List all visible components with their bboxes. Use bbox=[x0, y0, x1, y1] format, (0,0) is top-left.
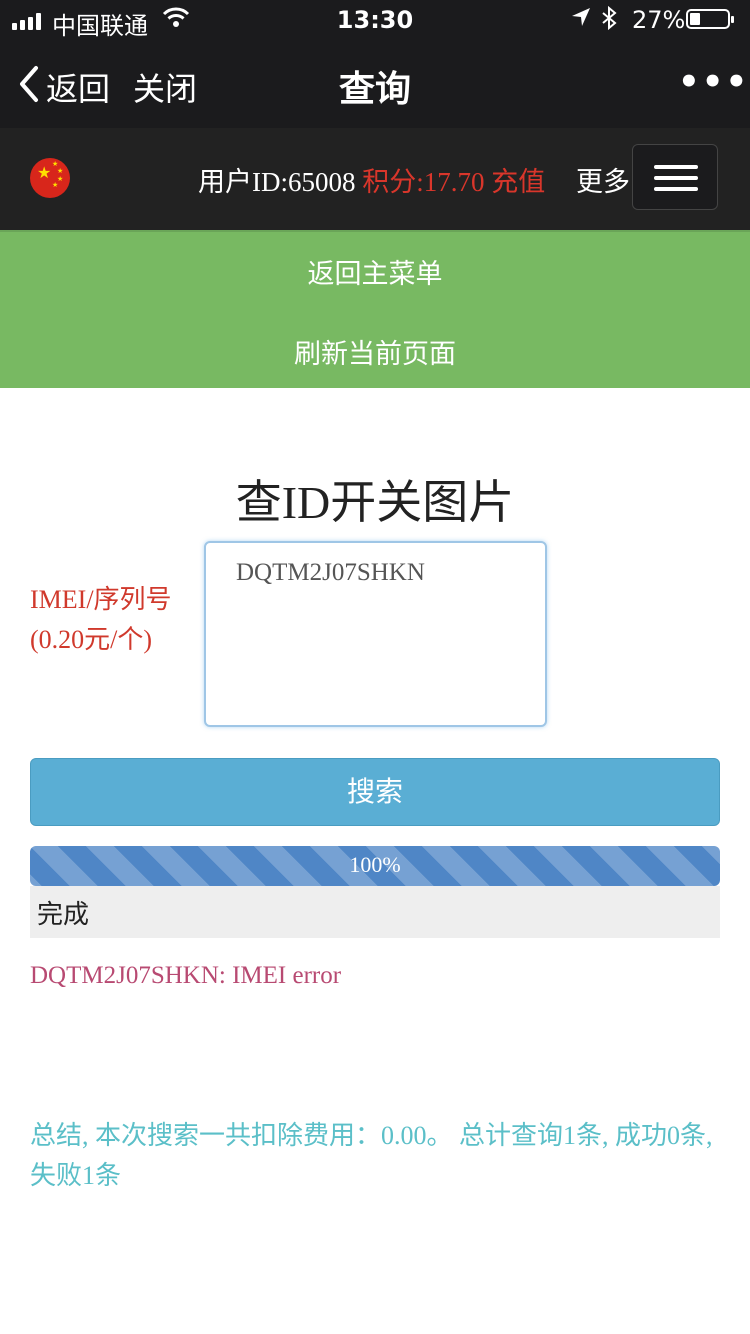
user-id: 用户ID:65008 bbox=[198, 167, 356, 197]
imei-label-text: IMEI/序列号 bbox=[30, 585, 172, 614]
error-message: DQTM2J07SHKN: IMEI error bbox=[30, 962, 342, 989]
recharge-link[interactable]: 充值 bbox=[491, 167, 545, 197]
menu-item-main-menu[interactable]: 返回主菜单 bbox=[0, 252, 750, 291]
status-bar: 中国联通 13:30 27% bbox=[0, 0, 750, 40]
imei-label: IMEI/序列号 (0.20元/个) bbox=[30, 580, 172, 660]
nav-bar: 返回 关闭 查询 ••• bbox=[0, 40, 750, 128]
bluetooth-icon bbox=[600, 5, 618, 36]
menu-item-refresh[interactable]: 刷新当前页面 bbox=[0, 332, 750, 371]
status-text: 完成 bbox=[37, 900, 90, 930]
page-title: 查ID开关图片 bbox=[235, 477, 515, 528]
more-options-button[interactable]: ••• bbox=[678, 62, 749, 102]
progress-text: 100% bbox=[349, 852, 401, 877]
imei-input[interactable]: DQTM2J07SHKN bbox=[204, 541, 547, 727]
user-info: 用户ID:65008 积分:17.70 充值 bbox=[198, 160, 545, 199]
location-icon bbox=[570, 6, 592, 34]
summary-text: 总结, 本次搜索一共扣除费用：0.00。 总计查询1条, 成功0条, 失败1条 bbox=[30, 1121, 713, 1190]
battery-percent: 27% bbox=[632, 6, 686, 34]
status-box: 完成 bbox=[30, 886, 720, 938]
china-flag-icon[interactable]: ★ ★ ★ ★ ★ bbox=[30, 158, 70, 198]
progress-bar: 100% bbox=[30, 846, 720, 886]
dropdown-menu: 返回主菜单 刷新当前页面 bbox=[0, 230, 750, 388]
more-label[interactable]: 更多 bbox=[576, 160, 630, 199]
hamburger-menu-button[interactable] bbox=[632, 144, 718, 210]
battery-icon bbox=[686, 9, 734, 29]
user-bar: ★ ★ ★ ★ ★ 用户ID:65008 积分:17.70 充值 更多 bbox=[0, 128, 750, 230]
page-title-nav: 查询 bbox=[338, 69, 411, 110]
imei-price-text: (0.20元/个) bbox=[30, 625, 153, 654]
search-button[interactable]: 搜索 bbox=[30, 758, 720, 826]
score-value: 积分:17.70 bbox=[362, 167, 485, 197]
